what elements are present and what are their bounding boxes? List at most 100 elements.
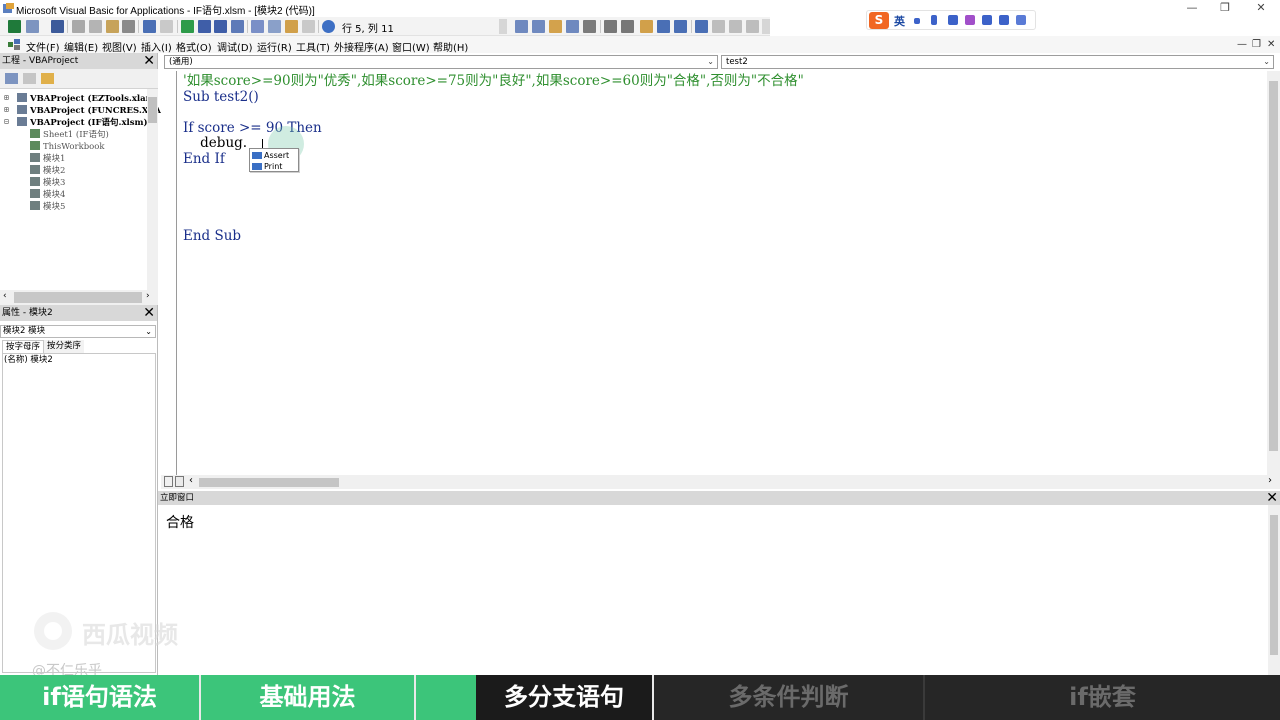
immediate-vscrollbar[interactable] (1268, 505, 1280, 675)
microphone-icon[interactable] (931, 15, 937, 25)
find-icon[interactable] (122, 20, 135, 33)
menu-tools[interactable]: 工具(T) (296, 39, 330, 54)
toolbox-grid-icon[interactable] (999, 15, 1009, 25)
clear-bookmarks-icon[interactable] (746, 20, 759, 33)
scroll-right-icon[interactable]: › (1268, 475, 1272, 486)
scrollbar-thumb[interactable] (199, 478, 339, 487)
tree-item-module[interactable]: 模块5 (30, 201, 65, 213)
indent-icon[interactable] (604, 20, 617, 33)
menu-addins[interactable]: 外接程序(A) (334, 39, 389, 54)
sogou-logo-icon[interactable]: S (869, 12, 889, 29)
scrollbar-thumb[interactable] (148, 97, 157, 123)
immediate-output[interactable]: 合格 (166, 512, 194, 532)
view-code-icon[interactable] (5, 73, 18, 84)
mdi-restore-button[interactable]: ❐ (1252, 39, 1261, 50)
procedure-view-icon[interactable] (164, 476, 173, 487)
scroll-right-icon[interactable]: › (146, 291, 150, 301)
tree-expander[interactable]: ⊞ (4, 93, 9, 102)
chapter-basic-usage[interactable]: 基础用法 (201, 675, 414, 720)
project-explorer-hscrollbar[interactable]: ‹ › (0, 290, 158, 305)
chapter-if-syntax[interactable]: if语句语法 (0, 675, 199, 720)
toolbox-icon[interactable] (302, 20, 315, 33)
menu-edit[interactable]: 编辑(E) (64, 39, 98, 54)
object-browser-icon[interactable] (285, 20, 298, 33)
code-margin[interactable] (161, 71, 177, 475)
chapter-multi-branch[interactable]: 多分支语句 (476, 675, 652, 720)
restore-button[interactable]: ❐ (1215, 1, 1235, 15)
tree-item-module[interactable]: 模块3 (30, 177, 65, 189)
code-line[interactable]: Sub test2() (183, 89, 259, 105)
menu-insert[interactable]: 插入(I) (141, 39, 172, 54)
minimize-button[interactable]: — (1182, 1, 1202, 15)
code-vscrollbar[interactable] (1267, 71, 1280, 475)
tree-collapser[interactable]: ⊟ (4, 117, 9, 126)
tree-expander[interactable]: ⊞ (4, 105, 9, 114)
properties-window-icon[interactable] (268, 20, 281, 33)
code-hscrollbar[interactable]: ‹ › (161, 475, 1280, 489)
menu-debug[interactable]: 调试(D) (217, 39, 253, 54)
autocomplete-item-assert[interactable]: Assert (251, 150, 297, 161)
undo-icon[interactable] (143, 20, 156, 33)
parameter-info-icon[interactable] (566, 20, 579, 33)
redo-icon[interactable] (160, 20, 173, 33)
excel-view-icon[interactable] (8, 20, 21, 33)
save-icon[interactable] (51, 20, 64, 33)
toggle-breakpoint-icon[interactable] (640, 20, 653, 33)
menu-file[interactable]: 文件(F) (26, 39, 60, 54)
code-line[interactable]: End Sub (183, 228, 241, 244)
settings-gear-icon[interactable] (1016, 15, 1026, 25)
view-object-icon[interactable] (23, 73, 36, 84)
tree-item-sheet[interactable]: Sheet1 (IF语句) (30, 129, 109, 141)
immediate-window-close-icon[interactable]: ✕ (1266, 491, 1278, 505)
previous-bookmark-icon[interactable] (729, 20, 742, 33)
vba-menu-icon[interactable] (8, 39, 20, 50)
object-select[interactable]: 模块2 模块 ⌄ (0, 325, 156, 338)
menu-view[interactable]: 视图(V) (102, 39, 137, 54)
reset-icon[interactable] (214, 20, 227, 33)
properties-window-close-icon[interactable]: ✕ (143, 305, 155, 321)
code-line[interactable]: '如果score>=90则为"优秀",如果score>=75则为"良好",如果s… (183, 73, 804, 89)
tree-item-module[interactable]: 模块4 (30, 189, 65, 201)
full-module-view-icon[interactable] (175, 476, 184, 487)
property-value[interactable]: 模块2 (30, 355, 52, 365)
chapter-multi-condition[interactable]: 多条件判断 (654, 675, 923, 720)
ime-language-toggle[interactable]: 英 (894, 13, 905, 29)
project-explorer-vscrollbar[interactable] (147, 89, 158, 290)
mdi-close-button[interactable]: ✕ (1267, 39, 1275, 50)
tree-item-module[interactable]: 模块1 (30, 153, 65, 165)
tree-item-module[interactable]: 模块2 (30, 165, 65, 177)
toggle-folders-icon[interactable] (41, 73, 54, 84)
paste-icon[interactable] (106, 20, 119, 33)
chapter-progress-fill[interactable] (416, 675, 476, 720)
scrollbar-thumb[interactable] (1270, 515, 1278, 655)
outdent-icon[interactable] (621, 20, 634, 33)
toolbar-grip[interactable] (499, 19, 507, 34)
keyboard-icon[interactable] (948, 15, 958, 25)
list-constants-icon[interactable] (532, 20, 545, 33)
game-icon[interactable] (982, 15, 992, 25)
mdi-minimize-button[interactable]: — (1237, 39, 1247, 50)
menu-help[interactable]: 帮助(H) (433, 39, 468, 54)
menu-format[interactable]: 格式(O) (176, 39, 212, 54)
code-line[interactable]: debug. (183, 135, 247, 151)
tab-categorized[interactable]: 按分类序 (44, 340, 85, 353)
scroll-left-icon[interactable]: ‹ (3, 291, 7, 301)
menu-window[interactable]: 窗口(W) (392, 39, 430, 54)
scrollbar-thumb[interactable] (1269, 81, 1278, 451)
scroll-left-icon[interactable]: ‹ (189, 475, 193, 486)
tree-item-project[interactable]: VBAProject (IF语句.xlsm) (17, 117, 148, 129)
property-row-name[interactable]: (名称) 模块2 (4, 355, 154, 366)
break-icon[interactable] (198, 20, 211, 33)
skin-icon[interactable] (965, 15, 975, 25)
list-properties-icon[interactable] (515, 20, 528, 33)
complete-word-icon[interactable] (583, 20, 596, 33)
project-explorer-close-icon[interactable]: ✕ (143, 53, 155, 69)
code-line[interactable]: End If (183, 151, 225, 167)
chapter-nested-if[interactable]: if嵌套 (925, 675, 1280, 720)
scrollbar-thumb[interactable] (14, 292, 142, 303)
object-combo[interactable]: (通用) ⌄ (164, 55, 718, 69)
insert-userform-icon[interactable] (26, 20, 39, 33)
run-icon[interactable] (181, 20, 194, 33)
punctuation-icon[interactable] (914, 18, 920, 24)
menu-run[interactable]: 运行(R) (257, 39, 292, 54)
